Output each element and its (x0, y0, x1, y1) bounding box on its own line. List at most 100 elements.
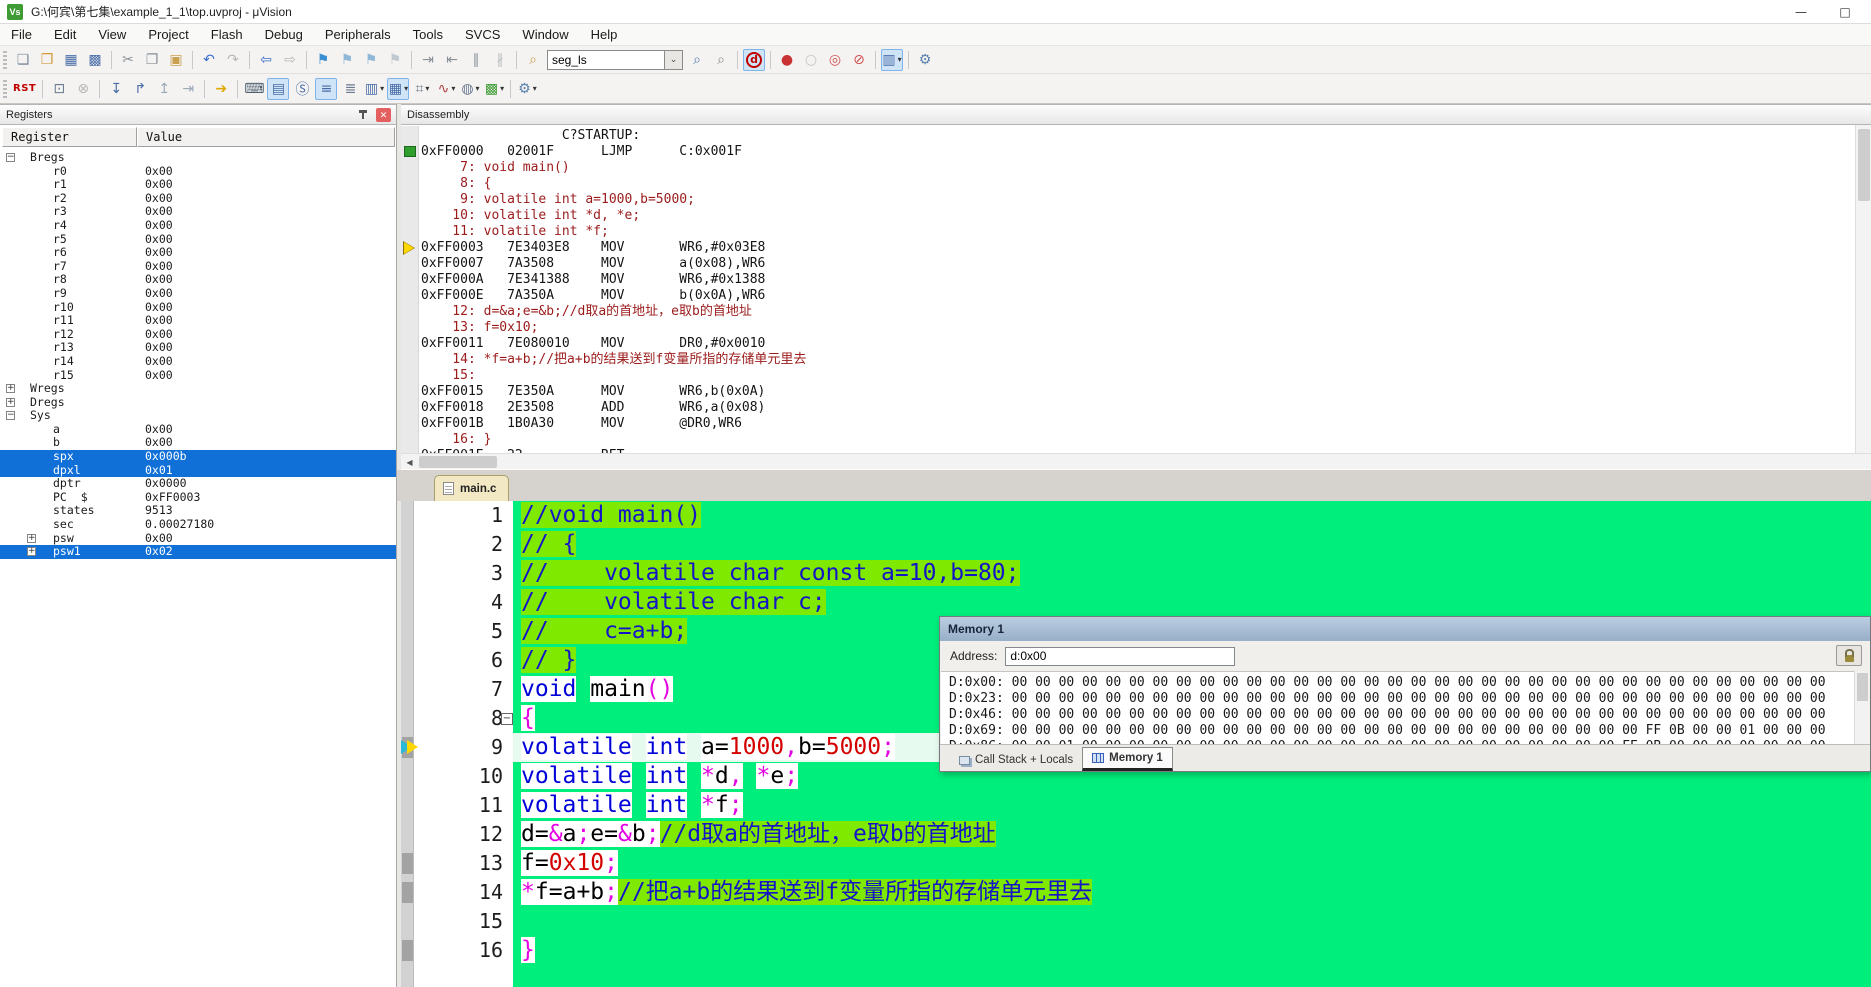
register-row-a[interactable]: a0x00 (0, 423, 396, 437)
tab-call-stack-locals[interactable]: Call Stack + Locals (950, 749, 1082, 771)
register-row-r5[interactable]: r50x00 (0, 233, 396, 247)
disasm-line[interactable]: C?STARTUP: (401, 128, 1855, 144)
insert-breakpoint-icon[interactable]: ● (776, 49, 798, 71)
disassembly-vertical-scrollbar[interactable] (1855, 125, 1871, 455)
memory-row[interactable]: D:0x46: 00 00 00 00 00 00 00 00 00 00 00… (949, 707, 1854, 723)
tab-main-c[interactable]: main.c (434, 475, 509, 501)
disassembly-horizontal-scrollbar[interactable]: ◀ (401, 453, 1871, 469)
unindent-icon[interactable]: ⇤ (441, 49, 463, 71)
new-file-icon[interactable]: ❏ (12, 49, 34, 71)
disasm-line[interactable]: 8: { (401, 176, 1855, 192)
disable-breakpoint-icon[interactable]: ○ (800, 49, 822, 71)
system-viewer-icon[interactable]: ▩▾ (483, 78, 505, 100)
register-row-r8[interactable]: r80x00 (0, 273, 396, 287)
expand-icon[interactable] (27, 547, 36, 556)
disasm-line[interactable]: 10: volatile int *d, *e; (401, 208, 1855, 224)
save-file-icon[interactable]: ▦ (60, 49, 82, 71)
register-row-r6[interactable]: r60x00 (0, 246, 396, 260)
command-window[interactable]: ⌨ (243, 78, 265, 100)
menu-file[interactable]: File (0, 24, 43, 46)
register-row-wregs[interactable]: Wregs (0, 382, 396, 396)
indent-icon[interactable]: ⇥ (417, 49, 439, 71)
symbol-window[interactable]: Ⓢ (291, 78, 313, 100)
navigate-forward-icon[interactable]: ⇨ (279, 49, 301, 71)
register-row-b[interactable]: b0x00 (0, 436, 396, 450)
register-row-r11[interactable]: r110x00 (0, 314, 396, 328)
redo-icon[interactable]: ↷ (222, 49, 244, 71)
register-row-bregs[interactable]: Bregs (0, 151, 396, 165)
memory-row[interactable]: D:0x00: 00 00 00 00 00 00 00 00 00 00 00… (949, 675, 1854, 691)
maximize-button[interactable]: □ (1823, 0, 1867, 24)
reset-cpu-icon[interactable]: RST (12, 78, 37, 100)
call-stack-window[interactable]: ≣ (339, 78, 361, 100)
disasm-line[interactable]: 0xFF0000 02001F LJMP C:0x001F (401, 144, 1855, 160)
trace-window[interactable]: ◍▾ (459, 78, 481, 100)
register-row-dpxl[interactable]: dpxl0x01 (0, 464, 396, 478)
menu-project[interactable]: Project (137, 24, 199, 46)
step-out-icon[interactable]: ↥ (153, 78, 175, 100)
memory-address-input[interactable] (1005, 647, 1235, 666)
memory-lock-button[interactable] (1836, 645, 1862, 666)
window-layout-icon[interactable]: ▥▾ (881, 49, 903, 71)
register-row-r4[interactable]: r40x00 (0, 219, 396, 233)
disasm-line[interactable]: 0xFF000A 7E341388 MOV WR6,#0x1388 (401, 272, 1855, 288)
disasm-line[interactable]: 0xFF0011 7E080010 MOV DR0,#0x0010 (401, 336, 1855, 352)
register-row-pc-$[interactable]: PC $0xFF0003 (0, 491, 396, 505)
register-row-sec[interactable]: sec0.00027180 (0, 518, 396, 532)
show-next-statement-icon[interactable]: ⊡ (48, 78, 70, 100)
disasm-line[interactable]: 0xFF0007 7A3508 MOV a(0x08),WR6 (401, 256, 1855, 272)
incremental-find-icon[interactable]: ⌕ (710, 49, 732, 71)
run-icon[interactable]: ➔ (210, 78, 232, 100)
disasm-line[interactable]: 16: } (401, 432, 1855, 448)
watch-window[interactable]: ▥▾ (363, 78, 385, 100)
register-row-r15[interactable]: r150x00 (0, 369, 396, 383)
memory-vertical-scrollbar[interactable] (1854, 671, 1869, 746)
memory-window-title[interactable]: Memory 1 (940, 617, 1870, 641)
disassembly-content[interactable]: C?STARTUP:0xFF0000 02001F LJMP C:0x001F … (401, 126, 1855, 457)
expand-icon[interactable] (27, 534, 36, 543)
code-line-3[interactable]: 3// volatile char const a=10,b=80; (401, 559, 1871, 588)
register-row-psw[interactable]: psw0x00 (0, 532, 396, 546)
register-row-r14[interactable]: r140x00 (0, 355, 396, 369)
kill-all-breakpoints-icon[interactable]: ⊘ (848, 49, 870, 71)
scroll-left-arrow-icon[interactable]: ◀ (401, 455, 418, 469)
registers-window[interactable]: ≡ (315, 78, 337, 100)
copy-icon[interactable]: ❐ (141, 49, 163, 71)
configure-tools-icon[interactable]: ⚙ (914, 49, 936, 71)
disasm-line[interactable]: 0xFF0015 7E350A MOV WR6,b(0x0A) (401, 384, 1855, 400)
memory-window[interactable]: ▦▾ (387, 78, 409, 100)
memory-row[interactable]: D:0x69: 00 00 00 00 00 00 00 00 00 00 00… (949, 723, 1854, 739)
expand-icon[interactable] (6, 398, 15, 407)
disasm-line[interactable]: 12: d=&a;e=&b;//d取a的首地址，e取b的首地址 (401, 304, 1855, 320)
paste-icon[interactable]: ▣ (165, 49, 187, 71)
cut-icon[interactable]: ✂ (117, 49, 139, 71)
column-value[interactable]: Value (137, 127, 395, 147)
menu-flash[interactable]: Flash (200, 24, 254, 46)
disasm-line[interactable]: 14: *f=a+b;//把a+b的结果送到f变量所指的存储单元里去 (401, 352, 1855, 368)
collapse-icon[interactable] (6, 153, 15, 162)
code-line-14[interactable]: 14*f=a+b;//把a+b的结果送到f变量所指的存储单元里去 (401, 878, 1871, 907)
comment-selection-icon[interactable]: ∥ (465, 49, 487, 71)
bookmark-next-icon[interactable]: ⚑ (360, 49, 382, 71)
disasm-line[interactable]: 0xFF000E 7A350A MOV b(0x0A),WR6 (401, 288, 1855, 304)
stop-running-icon[interactable]: ⊗ (72, 78, 94, 100)
register-row-dregs[interactable]: Dregs (0, 396, 396, 410)
register-row-r1[interactable]: r10x00 (0, 178, 396, 192)
analysis-window[interactable]: ∿▾ (435, 78, 457, 100)
disasm-line[interactable]: 15: (401, 368, 1855, 384)
code-line-2[interactable]: 2// { (401, 530, 1871, 559)
open-file-icon[interactable]: ❒ (36, 49, 58, 71)
bookmark-toggle-icon[interactable]: ⚑ (312, 49, 334, 71)
run-to-cursor-icon[interactable]: ⇥ (177, 78, 199, 100)
code-line-16[interactable]: 16} (401, 936, 1871, 965)
step-into-icon[interactable]: ↧ (105, 78, 127, 100)
disasm-line[interactable]: 7: void main() (401, 160, 1855, 176)
code-line-15[interactable]: 15 (401, 907, 1871, 936)
register-row-states[interactable]: states9513 (0, 504, 396, 518)
step-over-icon[interactable]: ↱ (129, 78, 151, 100)
disasm-line[interactable]: 0xFF001B 1B0A30 MOV @DR0,WR6 (401, 416, 1855, 432)
undo-icon[interactable]: ↶ (198, 49, 220, 71)
code-line-1[interactable]: 1//void main() (401, 501, 1871, 530)
uncomment-selection-icon[interactable]: ∦ (489, 49, 511, 71)
minimize-button[interactable]: — (1779, 0, 1823, 24)
